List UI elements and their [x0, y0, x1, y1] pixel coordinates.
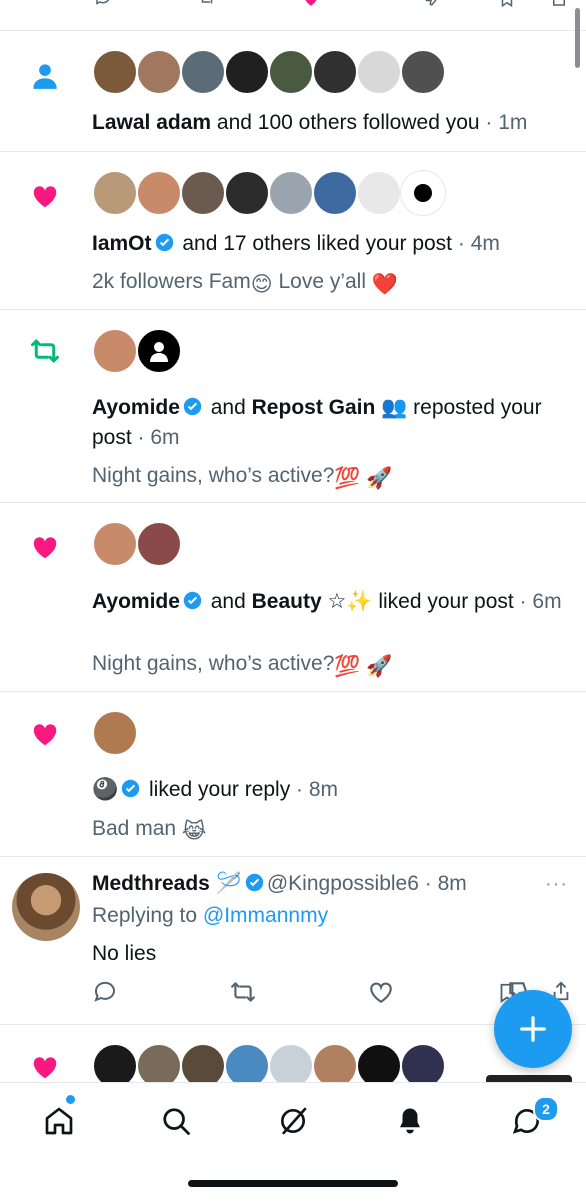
actor-name[interactable]: Ayomide [92, 590, 180, 613]
notification-text: Ayomide and Beauty ☆✨ liked your post · … [92, 590, 562, 613]
dislike-icon[interactable] [420, 0, 442, 8]
avatar-row [92, 328, 182, 374]
avatar[interactable] [180, 1043, 226, 1082]
avatar[interactable] [92, 328, 138, 374]
avatar-row [92, 170, 446, 216]
verified-badge-icon [155, 233, 173, 252]
author-name[interactable]: Medthreads [92, 872, 210, 895]
author-handle[interactable]: @Kingpossible6 [267, 872, 419, 895]
heart-filled-icon[interactable] [300, 0, 322, 8]
post-snippet[interactable]: Night gains, who’s active?💯 🚀 [92, 649, 566, 682]
tab-home[interactable] [39, 1101, 79, 1141]
avatar[interactable] [400, 49, 446, 95]
avatar[interactable] [136, 49, 182, 95]
avatar[interactable] [92, 521, 138, 567]
avatar[interactable] [312, 1043, 358, 1082]
avatar[interactable] [180, 170, 226, 216]
actor-name[interactable]: Lawal adam [92, 111, 211, 134]
like-icon[interactable] [368, 979, 394, 1005]
heart-icon [28, 717, 62, 751]
notification-like-reply[interactable]: 🎱 liked your reply · 8m Bad man 😹 [0, 692, 586, 857]
reply-post[interactable]: ··· Medthreads 🪡 @Kingpossible6 · 8m Repl… [0, 857, 586, 1025]
avatar[interactable] [92, 49, 138, 95]
avatar-row [92, 521, 182, 567]
default-avatar-icon [150, 342, 168, 362]
post-actions [92, 979, 532, 1005]
avatar[interactable] [268, 170, 314, 216]
heart-icon [28, 179, 62, 213]
share-icon[interactable] [548, 0, 570, 8]
actor-name[interactable]: IamOt [92, 232, 152, 255]
home-indicator [188, 1180, 398, 1187]
avatar[interactable] [312, 170, 358, 216]
replying-to: Replying to @Immannmy [92, 904, 329, 927]
notification-follow[interactable]: Lawal adam and 100 others followed you ·… [0, 31, 586, 152]
avatar[interactable] [224, 1043, 270, 1082]
home-icon [45, 1107, 73, 1135]
avatar[interactable] [136, 521, 182, 567]
repost-icon [28, 334, 62, 368]
notification-text-repost: Ayomide and Repost Gain 👥 reposted your … [92, 396, 542, 449]
avatar[interactable] [356, 49, 402, 95]
verified-badge-icon [245, 873, 264, 892]
plus-icon [520, 1016, 546, 1042]
post-snippet[interactable]: Bad man 😹 [92, 814, 566, 847]
avatar[interactable] [12, 873, 80, 941]
heart-icon [28, 530, 62, 564]
avatar[interactable] [400, 1043, 446, 1082]
actor-name[interactable]: 🎱 [92, 778, 118, 801]
notification-like[interactable]: IamOt and 17 others liked your post · 4m… [0, 152, 586, 310]
post-header: Medthreads 🪡 @Kingpossible6 · 8m [92, 872, 467, 895]
compose-button[interactable] [494, 990, 572, 1068]
search-icon [163, 1108, 190, 1135]
actor-name[interactable]: Repost Gain [252, 396, 376, 419]
avatar-row [92, 49, 446, 95]
messages-badge: 2 [533, 1096, 559, 1122]
avatar[interactable] [268, 49, 314, 95]
avatar[interactable] [356, 170, 402, 216]
post-text: No lies [92, 942, 157, 965]
avatar[interactable] [224, 170, 270, 216]
bookmark-icon[interactable] [496, 0, 518, 8]
actor-name[interactable]: Ayomide [92, 396, 180, 419]
home-unread-dot [66, 1095, 75, 1104]
notification-text: Lawal adam and 100 others followed you ·… [92, 111, 528, 134]
person-icon [28, 59, 62, 93]
avatar[interactable] [224, 49, 270, 95]
avatar[interactable] [180, 49, 226, 95]
verified-badge-icon [121, 779, 140, 798]
verified-badge-icon [183, 397, 202, 416]
tab-search[interactable] [156, 1101, 196, 1141]
grok-icon [281, 1107, 307, 1135]
repost-icon[interactable] [196, 0, 218, 8]
notification-text: 🎱 liked your reply · 8m [92, 778, 339, 801]
avatar[interactable] [136, 1043, 182, 1082]
avatar[interactable] [356, 1043, 402, 1082]
avatar[interactable] [92, 170, 138, 216]
reply-icon[interactable] [92, 979, 118, 1005]
notification-text: IamOt and 17 others liked your post · 4m [92, 232, 500, 255]
avatar[interactable] [136, 170, 182, 216]
verified-badge-icon [183, 591, 202, 610]
tab-notifications[interactable] [390, 1101, 430, 1141]
notification-like[interactable]: Ayomide and Beauty ☆✨ liked your post · … [0, 503, 586, 692]
post-snippet[interactable]: Night gains, who’s active?💯 🚀 [92, 461, 566, 494]
replying-to-link[interactable]: @Immannmy [203, 904, 328, 927]
actor-name[interactable]: Beauty [252, 590, 322, 613]
post-snippet[interactable]: 2k followers Fam😊 Love y’all ❤️ [92, 267, 566, 300]
previous-item-actions [0, 0, 586, 31]
avatar[interactable] [268, 1043, 314, 1082]
repost-icon[interactable] [230, 979, 256, 1005]
heart-icon [28, 1050, 62, 1082]
avatar[interactable] [92, 1043, 138, 1082]
avatar[interactable] [136, 328, 182, 374]
tab-grok[interactable] [273, 1101, 313, 1141]
bell-filled-icon [400, 1108, 420, 1134]
avatar-row [92, 1043, 446, 1082]
reply-icon[interactable] [92, 0, 114, 8]
avatar-row [92, 710, 138, 756]
avatar[interactable] [312, 49, 358, 95]
avatar[interactable] [400, 170, 446, 216]
avatar[interactable] [92, 710, 138, 756]
